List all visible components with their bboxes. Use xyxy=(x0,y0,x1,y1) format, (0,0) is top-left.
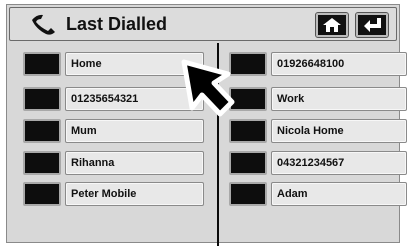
title-bar: Last Dialled xyxy=(9,7,397,41)
contact-label[interactable]: Adam xyxy=(271,182,407,206)
contact-swatch[interactable] xyxy=(23,182,61,206)
contact-label[interactable]: Rihanna xyxy=(65,151,204,175)
phone-handset-icon xyxy=(32,14,55,35)
contact-label[interactable]: 04321234567 xyxy=(271,151,407,175)
contact-swatch[interactable] xyxy=(23,151,61,175)
page-title: Last Dialled xyxy=(66,14,168,34)
home-button[interactable] xyxy=(315,12,349,38)
back-arrow-icon xyxy=(364,18,381,32)
contact-swatch[interactable] xyxy=(23,119,61,143)
contact-swatch[interactable] xyxy=(229,119,267,143)
contact-label[interactable]: Peter Mobile xyxy=(65,182,204,206)
contact-swatch[interactable] xyxy=(23,52,61,76)
contact-label[interactable]: Nicola Home xyxy=(271,119,407,143)
home-icon xyxy=(323,18,341,32)
contact-label[interactable]: Mum xyxy=(65,119,204,143)
contact-label[interactable]: Work xyxy=(271,87,407,111)
pointer-cursor-icon xyxy=(181,59,235,117)
back-button[interactable] xyxy=(355,12,389,38)
contact-label[interactable]: 01926648100 xyxy=(271,52,407,76)
contact-swatch[interactable] xyxy=(229,182,267,206)
contact-swatch[interactable] xyxy=(23,87,61,111)
last-dialled-screen: Last Dialled Home 01235654321 Mum Rihann… xyxy=(6,4,407,246)
contact-swatch[interactable] xyxy=(229,151,267,175)
